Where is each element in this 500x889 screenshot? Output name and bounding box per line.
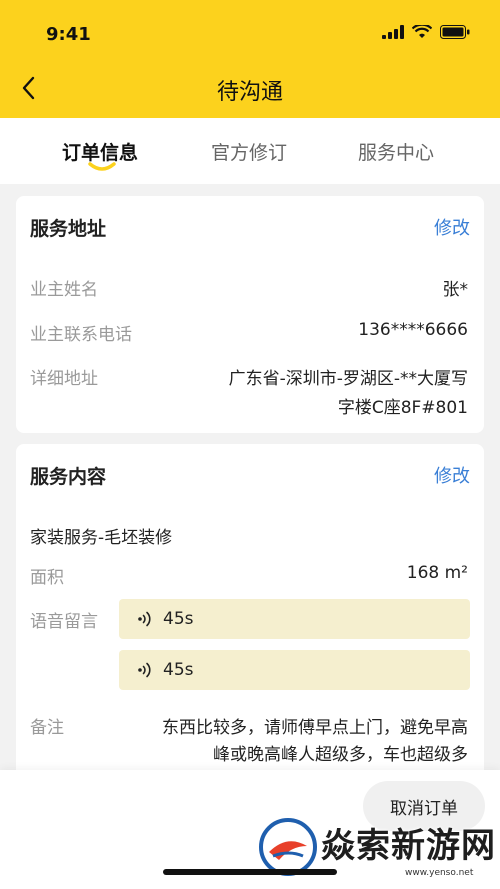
battery-icon: [440, 25, 470, 39]
tab-active-indicator: [88, 162, 116, 171]
voice-duration: 45s: [163, 609, 194, 629]
address-detail-line2: 字楼C座8F#801: [337, 398, 468, 418]
signal-icon: [382, 25, 404, 39]
voice-message-2[interactable]: 45s: [119, 650, 470, 690]
owner-phone-label: 业主联系电话: [30, 325, 132, 345]
note-line1: 东西比较多，请师傅早点上门，避免早高: [162, 718, 468, 738]
note-label: 备注: [30, 718, 64, 738]
tab-order-info[interactable]: 订单信息: [62, 138, 138, 165]
address-detail-label: 详细地址: [30, 369, 98, 389]
voice-message-label: 语音留言: [30, 612, 98, 632]
app-header: 9:41 待沟通: [0, 0, 500, 118]
watermark-text: 焱索新游网: [321, 826, 496, 866]
home-indicator: [163, 869, 337, 875]
address-card-title: 服务地址: [30, 218, 107, 240]
edit-service-button[interactable]: 修改: [434, 462, 470, 488]
service-address-card: 服务地址 修改 业主姓名 张* 业主联系电话 136****6666 详细地址 …: [16, 196, 484, 433]
page-title: 待沟通: [216, 80, 283, 105]
watermark-url: www.yenso.net: [405, 868, 474, 878]
voice-duration: 45s: [163, 660, 194, 680]
area-value: 168 m²: [406, 563, 468, 583]
voice-wave-icon: [138, 662, 151, 678]
voice-wave-icon: [138, 611, 151, 627]
site-watermark: 焱索新游网 www.yenso.net: [255, 810, 500, 889]
status-icons: [382, 22, 470, 42]
tab-official-revision[interactable]: 官方修订: [211, 138, 287, 165]
edit-address-button[interactable]: 修改: [434, 214, 470, 240]
tab-bar: 订单信息 官方修订 服务中心: [0, 118, 500, 184]
owner-name-label: 业主姓名: [30, 280, 98, 300]
wifi-icon: [412, 25, 432, 38]
service-type: 家装服务-毛坯装修: [30, 528, 173, 548]
owner-name-value: 张*: [442, 280, 469, 300]
address-detail-line1: 广东省-深圳市-罗湖区-**大厦写: [228, 369, 468, 389]
note-line2: 峰或晚高峰人超级多，车也超级多: [213, 745, 468, 765]
voice-message-1[interactable]: 45s: [119, 599, 470, 639]
status-time: 9:41: [46, 24, 91, 45]
owner-phone-value: 136****6666: [358, 320, 468, 340]
area-label: 面积: [30, 568, 64, 588]
tab-service-center[interactable]: 服务中心: [358, 138, 434, 165]
status-bar: 9:41: [0, 0, 500, 60]
service-card-title: 服务内容: [30, 466, 107, 488]
service-content-card: 服务内容 修改 家装服务-毛坯装修 面积 168 m² 语音留言 45s 45s…: [16, 444, 484, 784]
